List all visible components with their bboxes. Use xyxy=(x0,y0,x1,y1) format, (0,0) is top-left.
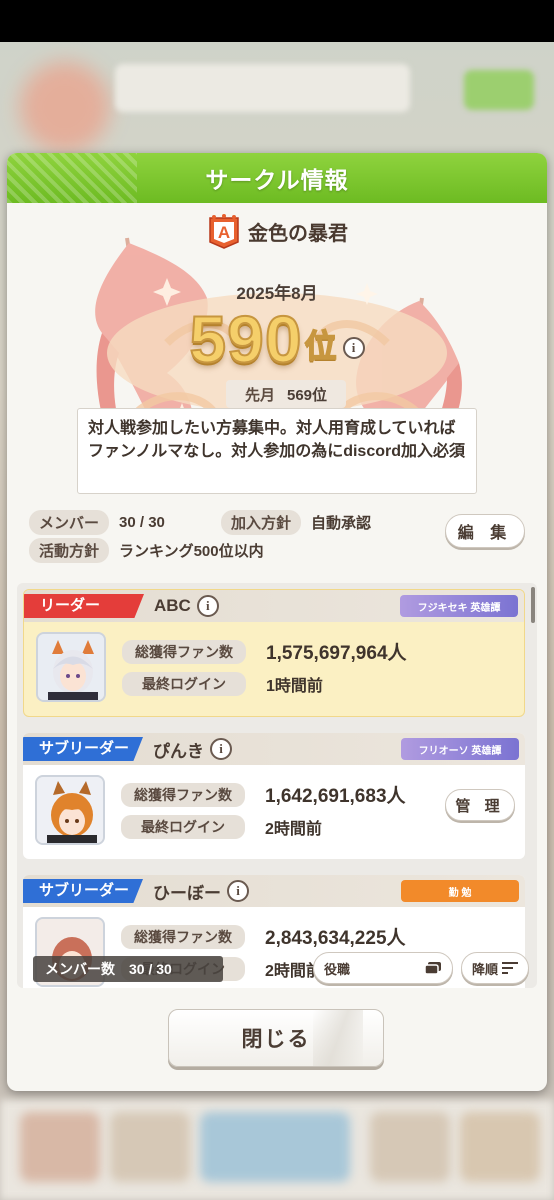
status-bar xyxy=(0,0,554,42)
member-info-icon[interactable]: i xyxy=(227,880,249,902)
member-card-header: サブリーダー ぴんき i フリオーソ 英雄譚 xyxy=(23,733,525,765)
prev-month-label: 先月 xyxy=(244,386,275,404)
members-value: 30 / 30 xyxy=(119,514,165,531)
fans-label: 総獲得ファン数 xyxy=(121,782,245,807)
fans-value: 1,575,697,964人 xyxy=(266,643,407,664)
member-count-label: メンバー数 xyxy=(45,961,115,977)
title-badge: フジキセキ 英雄譚 xyxy=(400,595,518,617)
activity-policy-label: 活動方針 xyxy=(29,538,110,563)
close-button[interactable]: 閉じる xyxy=(168,1009,384,1067)
prev-month-value: 569位 xyxy=(286,386,328,404)
member-card-body: 総獲得ファン数 1,642,691,683人 最終ログイン 2時間前 管 理 xyxy=(23,765,525,855)
last-login-row: 最終ログイン 2時間前 xyxy=(121,815,322,839)
rank-unit: 位 xyxy=(304,327,338,365)
last-login-label: 最終ログイン xyxy=(122,672,246,696)
fans-row: 総獲得ファン数 1,575,697,964人 xyxy=(122,638,407,665)
circle-description: 対人戦参加したい方募集中。対人用育成していればファンノルマなし。対人参加の為にd… xyxy=(77,408,477,494)
bg-menu-tile xyxy=(460,1112,540,1182)
members-label: メンバー xyxy=(29,510,110,535)
fans-value: 2,843,634,225人 xyxy=(265,928,406,949)
member-card[interactable]: リーダー ABC i フジキセキ 英雄譚 総獲得ファン数 1,575,697,9… xyxy=(23,589,525,717)
member-name: ぴんき xyxy=(153,741,204,761)
header-hatch-pattern xyxy=(7,153,137,203)
fans-label: 総獲得ファン数 xyxy=(122,639,246,664)
circle-rank-a-icon: A xyxy=(209,214,239,249)
activity-policy-row: 活動方針 ランキング500位以内 xyxy=(29,538,264,563)
fans-value: 1,642,691,683人 xyxy=(265,786,406,807)
avatar-image xyxy=(38,634,104,700)
member-card[interactable]: サブリーダー ぴんき i フリオーソ 英雄譚 総獲得ファン数 1,642,691… xyxy=(23,733,525,859)
toggle-icon xyxy=(424,962,441,975)
member-card-header: リーダー ABC i フジキセキ 英雄譚 xyxy=(24,590,524,622)
join-policy-row: 加入方針 自動承認 xyxy=(221,510,371,535)
fans-row: 総獲得ファン数 1,642,691,683人 xyxy=(121,781,406,808)
sort-role-label: 役職 xyxy=(324,961,351,977)
sort-order-button[interactable]: 降順 xyxy=(461,952,529,984)
member-avatar[interactable] xyxy=(36,632,106,702)
member-list-scrollbar[interactable] xyxy=(531,587,535,623)
member-name: ひーぼー xyxy=(153,883,221,903)
member-info-icon[interactable]: i xyxy=(196,595,219,617)
sort-descending-icon xyxy=(502,962,518,974)
edit-button[interactable]: 編 集 xyxy=(445,514,525,548)
title-badge: フリオーソ 英雄譚 xyxy=(401,738,519,760)
previous-month-rank: 先月 569位 xyxy=(226,380,346,408)
member-list-footer: メンバー数 30 / 30 役職 降順 xyxy=(17,948,537,988)
role-label: サブリーダー xyxy=(23,879,143,903)
rank-number: 590 xyxy=(188,302,303,376)
rank-info-icon[interactable]: i xyxy=(342,337,365,359)
circle-info-dialog: サークル情報 A 金色の暴君 2025年8月 590 位 i 先月 569位 対… xyxy=(7,153,547,1091)
role-label: サブリーダー xyxy=(23,737,143,761)
bg-menu-tile xyxy=(20,1112,100,1182)
last-login-row: 最終ログイン 1時間前 xyxy=(122,672,323,696)
badge-text: フジキセキ 英雄譚 xyxy=(417,602,501,614)
bg-emblem xyxy=(20,62,110,152)
member-list[interactable]: リーダー ABC i フジキセキ 英雄譚 総獲得ファン数 1,575,697,9… xyxy=(17,583,537,988)
bg-title-panel xyxy=(115,64,410,112)
sort-order-label: 降順 xyxy=(472,961,499,977)
member-count: メンバー数 30 / 30 xyxy=(33,956,223,982)
bg-menu-tile xyxy=(110,1112,190,1182)
last-login-value: 2時間前 xyxy=(265,821,322,838)
dialog-header: サークル情報 xyxy=(7,153,547,203)
activity-policy-value: ランキング500位以内 xyxy=(119,543,264,560)
last-login-label: 最終ログイン xyxy=(121,815,245,839)
member-card-header: サブリーダー ひーぼー i 勤 勉 xyxy=(23,875,525,907)
badge-text: フリオーソ 英雄譚 xyxy=(418,745,502,757)
sort-by-role-button[interactable]: 役職 xyxy=(313,952,453,984)
fans-row: 総獲得ファン数 2,843,634,225人 xyxy=(121,923,406,950)
last-login-value: 1時間前 xyxy=(266,678,323,695)
member-count-value: 30 / 30 xyxy=(129,961,172,977)
title-badge: 勤 勉 xyxy=(401,880,519,902)
circle-name-row: A 金色の暴君 xyxy=(7,213,547,249)
manage-button[interactable]: 管 理 xyxy=(445,789,515,821)
rank-row: 590 位 i xyxy=(7,302,547,376)
members-row: メンバー 30 / 30 xyxy=(29,510,165,535)
bg-menu-tile xyxy=(370,1112,450,1182)
member-info-icon[interactable]: i xyxy=(210,738,232,760)
circle-name: 金色の暴君 xyxy=(248,222,348,245)
fans-label: 総獲得ファン数 xyxy=(121,924,245,949)
member-avatar[interactable] xyxy=(35,775,105,845)
close-button-label: 閉じる xyxy=(241,1028,311,1051)
bg-menu-tile xyxy=(200,1112,350,1182)
join-policy-value: 自動承認 xyxy=(311,515,372,532)
dialog-title: サークル情報 xyxy=(205,167,349,193)
bg-green-button xyxy=(464,70,534,110)
rank-letter: A xyxy=(218,223,230,242)
role-label: リーダー xyxy=(24,594,144,618)
avatar-image xyxy=(37,777,103,843)
join-policy-label: 加入方針 xyxy=(221,510,302,535)
ranking-month: 2025年8月 xyxy=(236,284,318,303)
member-card-body: 総獲得ファン数 1,575,697,964人 最終ログイン 1時間前 xyxy=(24,622,524,712)
badge-text: 勤 勉 xyxy=(448,887,472,899)
member-name: ABC xyxy=(154,596,191,615)
